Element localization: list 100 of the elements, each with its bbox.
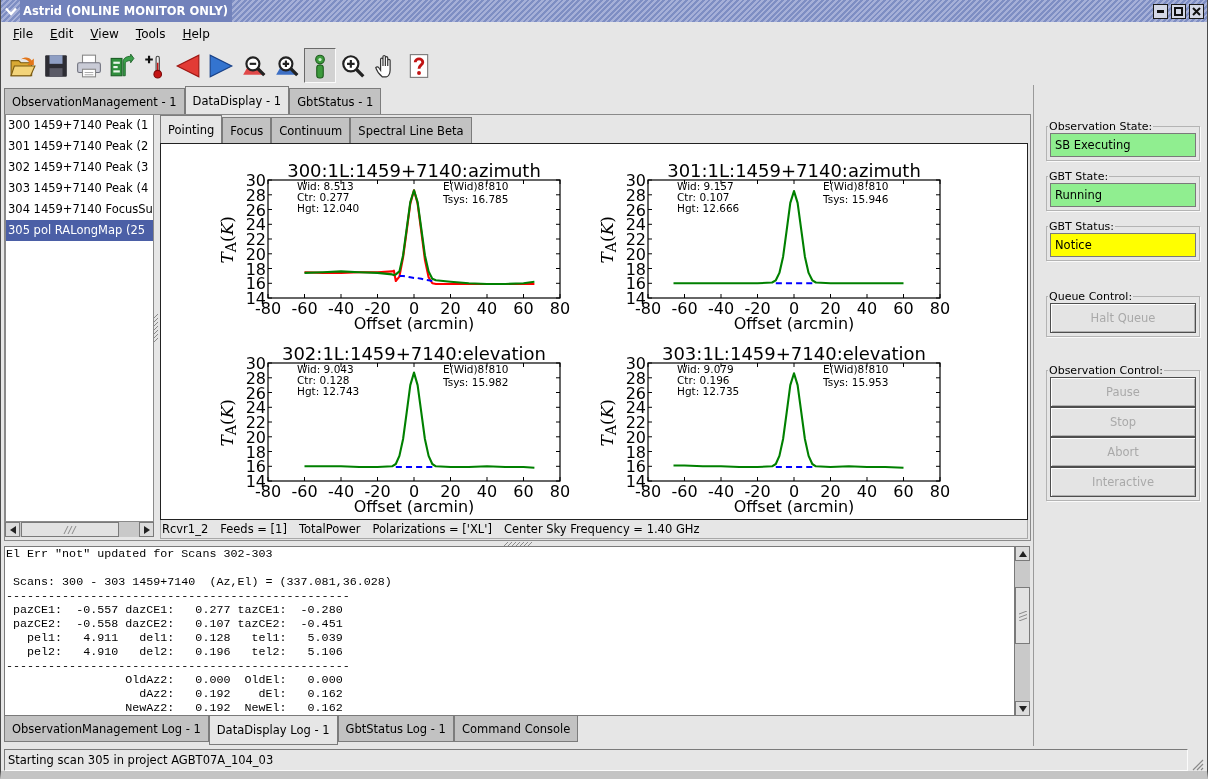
fit-stat: Tsys: 15.953 xyxy=(823,375,889,388)
fit-stat: Ctr: 0.128 xyxy=(297,373,350,386)
tick-label: -40 xyxy=(707,299,735,318)
scrollbar-thumb[interactable] xyxy=(1015,587,1030,644)
log-line: Scans: 300 - 303 1459+7140 (Az,El) = (337.081,36.028) xyxy=(12,575,393,589)
menu-item[interactable]: View xyxy=(86,26,123,42)
log-line: pel1: 4.911 del1: 0.128 tel1: 5.039 xyxy=(26,631,344,645)
zoom-in-icon xyxy=(340,52,366,79)
scrollbar-thumb[interactable] xyxy=(21,522,119,537)
splitter-grip-icon[interactable] xyxy=(503,541,532,546)
scan-list-item[interactable]: 302 1459+7140 Peak (3 xyxy=(6,157,153,178)
minimize-icon xyxy=(1157,9,1164,13)
scroll-up-button[interactable] xyxy=(1015,546,1030,561)
fit-stat: Wid: 9.079 xyxy=(677,363,734,375)
grip-icon xyxy=(1018,610,1027,621)
fit-stat: E(Wid)8!810 xyxy=(823,363,889,375)
tick-label: 40 xyxy=(476,482,498,501)
tick-label: 60 xyxy=(893,299,914,318)
tick-label: -40 xyxy=(327,482,355,501)
down-arrow-icon xyxy=(1018,705,1027,712)
fit-stat: E(Wid)8!810 xyxy=(443,180,509,192)
menu-item[interactable]: Edit xyxy=(46,26,78,42)
scan-list-item[interactable]: 303 1459+7140 Peak (4 xyxy=(6,178,153,199)
fit-stat: Ctr: 0.277 xyxy=(297,190,350,203)
log-line: pazCE1: -0.557 dazCE1: 0.277 tazCE1: -0.280 xyxy=(12,603,344,617)
maximize-button[interactable] xyxy=(1171,3,1186,19)
tab[interactable]: Spectral Line Beta xyxy=(350,117,472,143)
fit-stat: Hgt: 12.735 xyxy=(677,384,740,397)
menu-item[interactable]: File xyxy=(9,26,38,42)
info-text: Center Sky Frequency = 1.40 GHz xyxy=(503,522,700,536)
fit-stat: E(Wid)8!810 xyxy=(823,180,889,192)
maximize-icon xyxy=(1174,6,1183,16)
chart-title: 302:1L:1459+7140:elevation xyxy=(282,343,546,364)
group-title: GBT State: xyxy=(1048,170,1110,183)
fit-stat: Tsys: 15.946 xyxy=(823,192,889,205)
scan-list-item[interactable]: 301 1459+7140 Peak (2 xyxy=(6,136,153,157)
resize-grip-icon[interactable] xyxy=(1190,757,1204,771)
menu-item[interactable]: Tools xyxy=(131,26,170,42)
close-button[interactable] xyxy=(1189,3,1204,19)
printer-icon xyxy=(76,52,102,79)
window-title: Astrid (ONLINE MONITOR ONLY) xyxy=(20,0,232,22)
group-title: GBT Status: xyxy=(1048,220,1116,233)
group-title: Observation State: xyxy=(1048,120,1154,133)
group-title: Observation Control: xyxy=(1048,364,1164,377)
chart-title: 300:1L:1459+7140:azimuth xyxy=(287,160,541,181)
status-message: Starting scan 305 in project AGBT07A_104_03 xyxy=(4,749,1188,771)
tick-label: 60 xyxy=(513,482,534,501)
minimize-button[interactable] xyxy=(1153,3,1168,19)
close-icon xyxy=(1192,6,1201,16)
fit-stat: Hgt: 12.743 xyxy=(297,384,360,397)
tab[interactable]: ObservationManagement - 1 xyxy=(4,88,185,114)
up-arrow-icon xyxy=(1018,550,1027,557)
info-text: TotalPower xyxy=(298,522,361,536)
tab[interactable]: GbtStatus Log - 1 xyxy=(337,716,454,742)
right-arrow-icon xyxy=(143,525,150,534)
fit-stat: Wid: 9.157 xyxy=(677,180,734,192)
tab[interactable]: DataDisplay Log - 1 xyxy=(208,716,338,745)
tick-label: 40 xyxy=(856,299,878,318)
splitter-grip-icon[interactable] xyxy=(154,313,158,342)
fit-stat: E(Wid)8!810 xyxy=(443,363,509,375)
log-line: ------------------------------------------------- xyxy=(6,659,351,673)
tab[interactable]: DataDisplay - 1 xyxy=(184,86,290,114)
tick-label: 80 xyxy=(549,482,571,501)
scan-list-item[interactable]: 304 1459+7140 FocusSu xyxy=(6,199,153,220)
tab[interactable]: GbtStatus - 1 xyxy=(289,88,382,114)
fit-stat: Ctr: 0.196 xyxy=(677,373,730,386)
right-triangle-icon xyxy=(208,52,234,79)
menu-item[interactable]: Help xyxy=(178,26,214,42)
scroll-left-button[interactable] xyxy=(5,522,20,537)
tick-label: -60 xyxy=(291,299,318,318)
tab[interactable]: Command Console xyxy=(453,716,579,742)
log-line: pazCE2: -0.558 dazCE2: 0.107 tazCE2: -0.451 xyxy=(12,617,344,631)
tab[interactable]: ObservationManagement Log - 1 xyxy=(4,716,209,742)
log-line: NewAz2: 0.192 NewEl: 0.162 xyxy=(124,701,344,715)
info-text: Rcvr1_2 xyxy=(162,522,209,536)
chart-title: 303:1L:1459+7140:elevation xyxy=(662,343,926,364)
status-field: SB Executing xyxy=(1050,133,1196,157)
log-line: pel2: 4.910 del2: 0.196 tel2: 5.106 xyxy=(26,645,344,659)
scan-list-item[interactable]: 300 1459+7140 Peak (1 xyxy=(6,115,153,136)
tick-label: -40 xyxy=(327,299,355,318)
log-line: OldAz2: 0.000 OldEl: 0.000 xyxy=(124,673,344,687)
tab[interactable]: Continuum xyxy=(271,117,351,143)
fit-stat: Tsys: 16.785 xyxy=(443,192,509,205)
tick-label: 60 xyxy=(893,482,914,501)
scroll-down-button[interactable] xyxy=(1015,701,1030,716)
log-line: dAz2: 0.192 dEl: 0.162 xyxy=(138,687,344,701)
left-arrow-icon xyxy=(9,525,16,534)
scan-list-item[interactable]: 305 pol RALongMap (25 xyxy=(6,220,153,241)
scroll-right-button[interactable] xyxy=(139,522,154,537)
log-line: ------------------------------------------------- xyxy=(6,589,351,603)
tick-label: 40 xyxy=(476,299,498,318)
tick-label: 60 xyxy=(513,299,534,318)
status-field: Notice xyxy=(1050,233,1196,257)
tab[interactable]: Focus xyxy=(222,117,272,143)
tick-label: 80 xyxy=(549,299,571,318)
fit-stat: Wid: 8.513 xyxy=(297,180,354,192)
tab[interactable]: Pointing xyxy=(160,115,223,143)
left-triangle-icon xyxy=(175,52,201,79)
group-title: Queue Control: xyxy=(1048,290,1134,303)
tick-label: 80 xyxy=(929,482,951,501)
